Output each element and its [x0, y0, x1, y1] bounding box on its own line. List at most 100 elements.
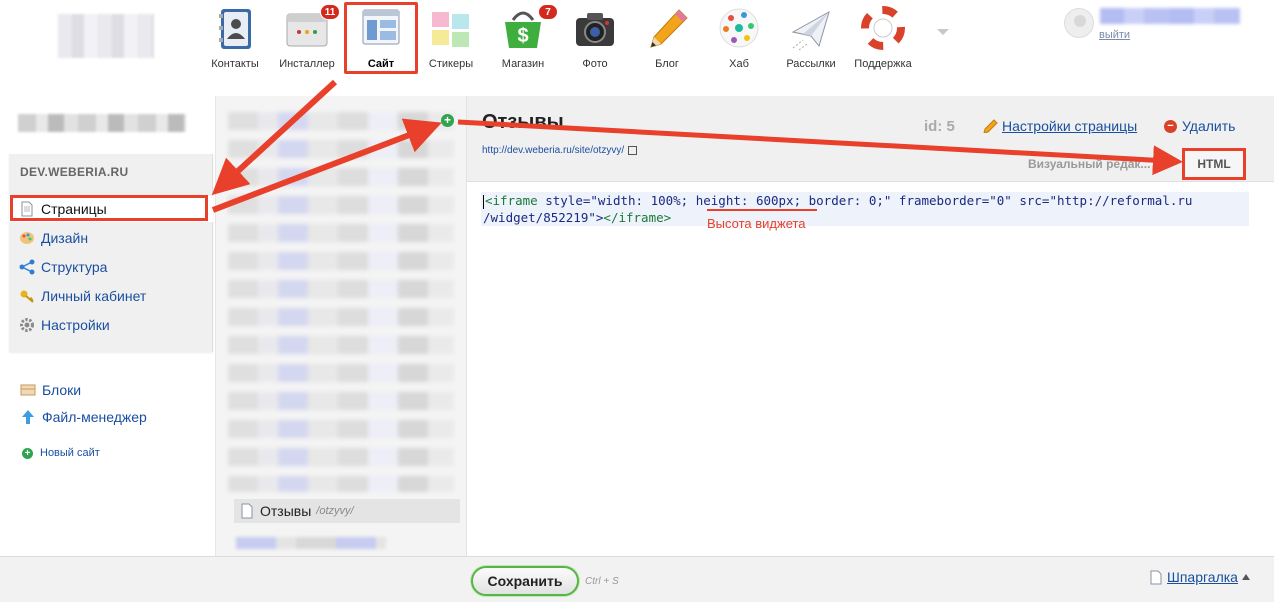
annotation-text: Высота виджета [707, 216, 806, 231]
sidebar-item-blocks[interactable]: Блоки [20, 379, 81, 401]
list-item[interactable] [236, 537, 386, 549]
add-page-button[interactable]: + [441, 114, 454, 127]
save-button[interactable]: Сохранить [471, 566, 579, 596]
palette-icon [20, 232, 34, 244]
site-selector[interactable] [18, 114, 186, 132]
pages-list-item-current[interactable]: Отзывы /otzyvy/ [234, 499, 460, 523]
sidebar-item-label: Блоки [42, 382, 82, 398]
sidebar-item-design[interactable]: Дизайн [9, 225, 213, 251]
camera-icon [576, 13, 614, 46]
contacts-book-icon [219, 9, 251, 49]
pencil-icon [650, 9, 688, 48]
tab-html[interactable]: HTML [1182, 148, 1246, 180]
chevron-down-icon[interactable] [937, 29, 949, 35]
sidebar-item-label: Структура [41, 259, 108, 275]
app-contacts[interactable]: Контакты [200, 4, 270, 74]
key-icon [20, 290, 34, 303]
chevron-up-icon [1241, 574, 1250, 580]
code-text: /widget/852219"> [483, 210, 604, 225]
app-label: Инсталлер [279, 58, 335, 70]
code-line: <iframe style="width: 100%; height: 600p… [483, 192, 1249, 209]
pages-list[interactable] [228, 112, 454, 492]
active-app-highlight [344, 2, 418, 74]
notification-badge: 7 [538, 4, 558, 20]
app-label: Стикеры [428, 58, 474, 70]
page-url: http://dev.weberia.ru/site/otzyvy/ [482, 145, 625, 156]
app-photo[interactable]: Фото [560, 4, 630, 74]
app-label: Поддержка [854, 58, 912, 70]
logo[interactable] [58, 14, 154, 58]
code-tag: <iframe [485, 193, 538, 208]
minus-circle-icon: − [1164, 119, 1177, 133]
sidebar-site-panel: DEV.WEBERIA.RU Страницы Дизайн Структура… [9, 154, 213, 352]
sidebar-item-label: Дизайн [41, 230, 89, 246]
blocks-icon [20, 384, 36, 396]
paper-plane-icon [791, 10, 830, 51]
user-name[interactable] [1100, 8, 1240, 24]
annotation-underline [707, 209, 817, 211]
cheatsheet-label: Шпаргалка [1167, 569, 1238, 585]
upload-arrow-icon [22, 410, 34, 424]
page-item-title: Отзывы [260, 503, 312, 519]
app-blog[interactable]: Блог [632, 4, 702, 74]
sidebar-item-file-manager[interactable]: Файл-менеджер [20, 406, 147, 428]
app-label: Фото [582, 58, 608, 70]
notification-badge: 11 [320, 4, 340, 20]
app-label: Хаб [729, 58, 749, 70]
cheatsheet-link[interactable]: Шпаргалка [1150, 569, 1250, 585]
new-site-link[interactable]: + Новый сайт [22, 447, 100, 459]
app-stickers[interactable]: Стикеры [416, 4, 486, 74]
code-line: /widget/852219"></iframe> [483, 209, 1249, 226]
code-text: border: 0;" frameborder="0" src="http://… [801, 193, 1193, 208]
code-tag: </iframe> [603, 210, 672, 225]
app-shop[interactable]: $ 7 Магазин [488, 4, 558, 74]
code-text: style="width: 100%; [537, 193, 696, 208]
page-settings-link[interactable]: Настройки страницы [982, 118, 1137, 134]
app-window: { "apps": [ {"label": "Контакты", "icon"… [0, 0, 1274, 602]
gear-icon [20, 318, 34, 332]
code-height-attr: height: 600px; [695, 193, 802, 208]
app-mailing[interactable]: Рассылки [776, 4, 846, 74]
text-cursor [483, 194, 484, 209]
page-title: Отзывы [482, 111, 564, 133]
app-label: Контакты [211, 58, 259, 70]
logout-link[interactable]: выйти [1099, 29, 1130, 41]
app-label: Блог [655, 58, 679, 70]
app-hub[interactable]: Хаб [704, 4, 774, 74]
sidebar-item-label: Настройки [41, 317, 110, 333]
app-label: Рассылки [786, 58, 836, 70]
avatar[interactable] [1064, 8, 1094, 38]
app-installer[interactable]: 11 Инсталлер [272, 4, 342, 74]
delete-page-link[interactable]: − Удалить [1164, 118, 1235, 134]
save-shortcut-hint: Ctrl + S [585, 576, 619, 587]
sidebar-item-label: Файл-менеджер [42, 409, 147, 425]
html-code-editor[interactable]: <iframe style="width: 100%; height: 600p… [481, 192, 1249, 226]
sidebar-item-structure[interactable]: Структура [9, 254, 213, 280]
current-item-highlight [10, 195, 208, 221]
site-name: DEV.WEBERIA.RU [20, 165, 129, 179]
sidebar-item-settings[interactable]: Настройки [9, 312, 213, 338]
pencil-icon [983, 119, 998, 133]
lifebuoy-icon [861, 6, 905, 50]
pages-panel [215, 96, 467, 556]
app-support[interactable]: Поддержка [848, 4, 918, 74]
structure-icon [19, 259, 35, 275]
sticky-notes-icon [432, 12, 469, 47]
plus-circle-icon: + [22, 447, 33, 459]
app-label: Магазин [501, 58, 545, 70]
hub-colorful-icon [719, 8, 759, 48]
sidebar-item-account[interactable]: Личный кабинет [9, 283, 213, 309]
page-icon [1150, 570, 1162, 584]
sidebar-item-label: Личный кабинет [41, 288, 147, 304]
page-item-slug: /otzyvy/ [316, 505, 354, 517]
delete-label: Удалить [1182, 118, 1236, 134]
page-settings-label: Настройки страницы [1002, 118, 1138, 134]
new-site-label: Новый сайт [40, 447, 100, 459]
app-bar: Контакты 11 Инсталлер Сайт Стикеры $ 7 М… [0, 0, 1274, 82]
editor-header [467, 96, 1274, 182]
page-icon [241, 503, 253, 519]
tab-visual-editor[interactable]: Визуальный редак... [1028, 157, 1150, 171]
page-url-link[interactable]: http://dev.weberia.ru/site/otzyvy/ [482, 145, 638, 156]
external-link-icon [628, 146, 638, 155]
svg-text:$: $ [517, 25, 528, 47]
